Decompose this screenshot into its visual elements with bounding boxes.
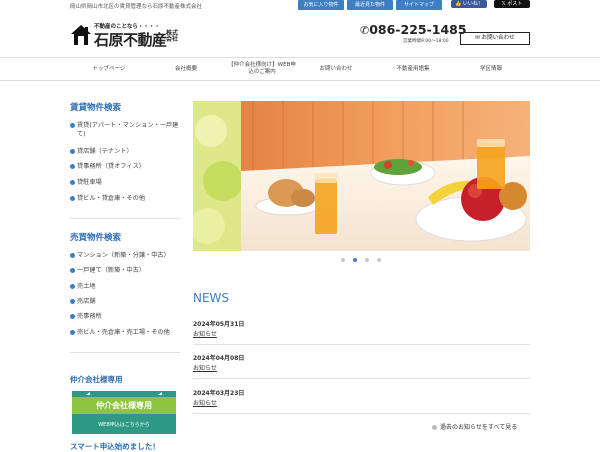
banner-subtitle: WEB申込はこちらから: [98, 422, 150, 428]
nav-item-top[interactable]: トップページ: [70, 58, 148, 80]
sidebar-item-rental-other[interactable]: 貸ビル・貸倉庫・その他: [70, 194, 182, 203]
nav-item-web-application[interactable]: 【仲介会社様向け】WEB申込のご案内: [228, 58, 296, 80]
bullet-icon: [70, 149, 75, 154]
news-date: 2024年04月08日: [193, 355, 245, 362]
sidebar-item-sale-store[interactable]: 売店舗: [70, 297, 182, 306]
nav-item-contact[interactable]: お問い合わせ: [298, 58, 374, 80]
envelope-icon: ✉: [475, 35, 480, 41]
post-label: ポスト: [507, 1, 523, 7]
slider-dot[interactable]: [365, 258, 369, 262]
news-category-link[interactable]: お知らせ: [193, 398, 217, 407]
sidebar-item-rental-office[interactable]: 貸事務所（貸オフィス）: [70, 162, 182, 171]
sidebar-item-sale-house[interactable]: 一戸建て（新築・中古）: [70, 266, 182, 275]
site-logo[interactable]: 不動産のことなら・・・・ 石原不動産 株式会社: [70, 22, 190, 49]
phone-number-text: 086-225-1485: [369, 22, 467, 37]
contact-button[interactable]: ✉ お問い合わせ: [460, 32, 530, 45]
nav-item-company[interactable]: 会社概要: [148, 58, 224, 80]
sidebar-item-sale-condo[interactable]: マンション（新築・分譲・中古）: [70, 251, 182, 260]
x-post-button[interactable]: 𝕏 ポスト: [494, 0, 530, 8]
sidebar-item-rental-residence[interactable]: 賃貸(アパート・マンション・一戸建て): [70, 121, 182, 139]
news-category-link[interactable]: お知らせ: [193, 329, 217, 338]
site-tagline: 岡山県岡山市北区の賃貸管理なら石原不動産株式会社: [70, 4, 203, 10]
sale-search-heading: 売買物件検索: [70, 233, 122, 243]
bullet-icon: [70, 164, 75, 169]
bullet-icon: [70, 180, 75, 185]
sidebar-divider: [70, 352, 180, 353]
x-logo-icon: 𝕏: [501, 1, 506, 7]
phone-icon: ✆: [360, 24, 370, 37]
logo-name: 石原不動産: [94, 31, 167, 49]
sitemap-link[interactable]: サイトマップ: [396, 0, 442, 10]
news-date: 2024年05月31日: [193, 321, 245, 328]
slider-dot[interactable]: [341, 258, 345, 262]
bullet-icon: [70, 314, 75, 319]
nav-bottom-border: [0, 80, 600, 81]
contact-button-label: お問い合わせ: [481, 35, 515, 41]
sidebar-item-rental-store[interactable]: 貸店舗（テナント）: [70, 147, 182, 156]
breakfast-photo-icon: [193, 101, 530, 251]
rental-search-heading: 賃貸物件検索: [70, 103, 122, 113]
like-label: いいね！: [462, 1, 483, 7]
sidebar-item-sale-office[interactable]: 売事務所: [70, 312, 182, 321]
news-divider: [193, 344, 530, 345]
nav-item-glossary[interactable]: 不動産用語集: [374, 58, 452, 80]
recent-viewed-link[interactable]: 最近見た物件: [347, 0, 393, 10]
agent-web-application-banner[interactable]: 仲介会社様専用 WEB申込はこちらから: [72, 391, 176, 434]
hero-slider[interactable]: [193, 101, 530, 251]
circle-icon: [432, 425, 437, 430]
slider-pagination: [341, 258, 383, 264]
smart-application-heading: スマート申込始めました！: [70, 442, 160, 451]
news-divider: [193, 378, 530, 379]
bullet-icon: [70, 268, 75, 273]
bullet-icon: [70, 284, 75, 289]
sidebar-divider: [70, 218, 180, 219]
slider-dot[interactable]: [353, 258, 357, 262]
logo-suffix: 株式会社: [166, 30, 179, 43]
banner-title: 仲介会社様専用: [96, 401, 152, 410]
facebook-like-button[interactable]: 👍 いいね！: [451, 0, 487, 8]
thumbs-up-icon: 👍: [455, 1, 462, 7]
business-hours: 営業時間9:00～18:00: [403, 39, 449, 44]
past-news-label: 過去のお知らせをすべて見る: [440, 424, 518, 431]
sidebar-item-rental-parking[interactable]: 貸駐車場: [70, 178, 182, 187]
sidebar-item-sale-land[interactable]: 売土地: [70, 282, 182, 291]
sidebar-item-sale-other[interactable]: 売ビル・売倉庫・売工場・その他: [70, 328, 182, 337]
bullet-icon: [70, 299, 75, 304]
news-category-link[interactable]: お知らせ: [193, 363, 217, 372]
slider-dot[interactable]: [377, 258, 381, 262]
bullet-icon: [70, 196, 75, 201]
favorites-link[interactable]: お気に入り物件: [298, 0, 344, 10]
bullet-icon: [70, 253, 75, 258]
nav-item-school-district[interactable]: 学区情報: [452, 58, 530, 80]
past-news-link[interactable]: 過去のお知らせをすべて見る: [432, 422, 517, 431]
news-heading: NEWS: [193, 291, 230, 305]
house-logo-icon: [71, 25, 91, 45]
bullet-icon: [70, 123, 75, 128]
news-date: 2024年03月23日: [193, 390, 245, 397]
phone-number[interactable]: ✆086-225-1485: [360, 22, 467, 37]
agent-only-heading: 仲介会社様専用: [70, 375, 123, 384]
bullet-icon: [70, 330, 75, 335]
news-divider: [193, 413, 530, 414]
